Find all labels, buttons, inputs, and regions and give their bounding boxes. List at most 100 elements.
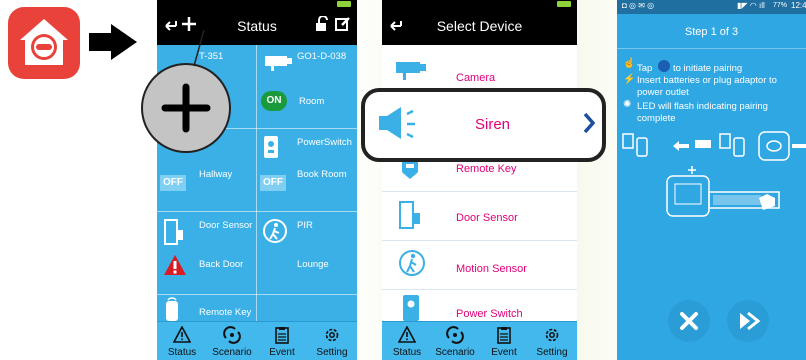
tab-status[interactable]: Status xyxy=(157,322,207,360)
pir-icon xyxy=(262,218,288,249)
pairing-icon xyxy=(740,311,761,331)
tab-scenario[interactable]: Scenario xyxy=(430,322,480,360)
device-tile[interactable]: PowerSwitch OFF Book Room xyxy=(257,129,357,211)
status-bar xyxy=(382,0,577,8)
signal-icon: ▮◤ ◠ ıll xyxy=(737,1,765,10)
tab-label: Status xyxy=(167,347,197,358)
tab-label: Scenario xyxy=(212,347,252,358)
device-label: Lounge xyxy=(297,259,329,270)
tab-setting[interactable]: Setting xyxy=(527,322,577,360)
siren-label: Siren xyxy=(475,116,511,133)
instruction-text: to initiate pairing xyxy=(673,63,743,74)
device-label: PowerSwitch xyxy=(297,137,352,148)
list-item[interactable]: Door Sensor xyxy=(382,192,577,241)
gear-icon xyxy=(545,328,559,342)
alert-icon xyxy=(163,254,187,281)
title-bar: Select Device xyxy=(382,8,577,45)
plus-icon xyxy=(161,83,211,133)
siren-selection[interactable]: Siren xyxy=(361,88,606,162)
status-bar xyxy=(157,0,357,8)
list-item-label: Motion Sensor xyxy=(456,263,527,275)
battery-icon xyxy=(337,1,351,7)
close-icon xyxy=(680,312,698,330)
event-list-icon xyxy=(497,327,511,344)
device-tile[interactable]: Door Sensor Back Door xyxy=(157,212,256,294)
device-tile[interactable]: GO1-D-038 ON Room xyxy=(257,45,357,128)
device-label: Door Sensor xyxy=(199,220,253,231)
tab-status[interactable]: Status xyxy=(382,322,432,360)
arrow-right-icon xyxy=(87,22,139,67)
instruction-text: Tap xyxy=(637,63,653,74)
battery-plug-icon: ⚡ xyxy=(623,74,636,85)
off-badge[interactable]: OFF xyxy=(160,175,186,191)
tab-label: Status xyxy=(392,347,422,358)
unlock-icon[interactable] xyxy=(315,15,329,35)
step-title: Step 1 of 3 xyxy=(684,26,739,38)
tab-bar: Status Scenario Event Setting xyxy=(157,321,357,360)
list-item-label: Door Sensor xyxy=(456,212,518,224)
tab-label: Setting xyxy=(316,347,348,358)
tab-event[interactable]: Event xyxy=(479,322,529,360)
tab-bar: Status Scenario Event Setting xyxy=(382,321,577,360)
siren-icon xyxy=(377,104,421,149)
off-badge[interactable]: OFF xyxy=(260,175,286,191)
device-label: PIR xyxy=(297,220,313,231)
motion-sensor-icon xyxy=(397,248,427,283)
list-item[interactable]: Camera xyxy=(382,45,577,94)
gear-icon xyxy=(325,328,339,342)
device-label: Hallway xyxy=(199,169,233,180)
tab-label: Event xyxy=(491,347,517,358)
callout-line xyxy=(193,29,205,67)
battery-percent: 77% xyxy=(773,2,788,9)
page-title: Select Device xyxy=(436,18,523,34)
device-label: Book Room xyxy=(297,169,347,180)
pairing-illustration xyxy=(617,128,806,228)
list-item-label: Camera xyxy=(456,72,496,84)
device-label: Room xyxy=(299,96,325,107)
battery-icon xyxy=(557,1,571,7)
pair-button-inline-icon xyxy=(658,60,670,72)
tab-event[interactable]: Event xyxy=(257,322,307,360)
pair-button[interactable] xyxy=(727,300,769,342)
warning-icon xyxy=(398,326,416,343)
tab-label: Scenario xyxy=(435,347,475,358)
device-tile[interactable]: PIR Lounge xyxy=(257,212,357,294)
add-button-zoom[interactable] xyxy=(141,63,231,153)
list-item-label: Remote Key xyxy=(456,163,517,175)
warning-icon xyxy=(173,326,191,343)
led-icon: ✺ xyxy=(623,99,632,110)
tab-setting[interactable]: Setting xyxy=(307,322,357,360)
step-header: Step 1 of 3 xyxy=(617,14,806,48)
tap-hand-icon: ☝ xyxy=(623,58,636,69)
device-label: GO1-D-038 xyxy=(297,51,347,62)
door-sensor-icon xyxy=(163,218,185,251)
instruction-text: LED will flash indicating pairing comple… xyxy=(637,101,768,124)
device-list: Camera Remote Key Door Sensor Motion Sen… xyxy=(382,45,577,322)
tab-label: Event xyxy=(269,347,295,358)
phone-pairing-screen: ◘ ◎ ✉ ◎ ▮◤ ◠ ıll 77% 12:4 Step 1 of 3 ☝ … xyxy=(617,0,806,360)
android-status-bar: ◘ ◎ ✉ ◎ ▮◤ ◠ ıll 77% 12:4 xyxy=(617,0,806,14)
scenario-icon xyxy=(223,326,241,344)
power-switch-icon xyxy=(263,135,279,164)
camera-icon xyxy=(263,53,293,76)
house-icon xyxy=(20,19,68,65)
device-tile[interactable]: Remote Key xyxy=(157,295,256,322)
app-icon[interactable] xyxy=(8,7,80,79)
list-item[interactable]: Power Switch xyxy=(382,290,577,322)
cancel-button[interactable] xyxy=(668,300,710,342)
clock: 12:4 xyxy=(791,1,806,10)
phone-select-device-screen: Select Device Camera Remote Key Door Sen… xyxy=(382,0,577,360)
divider xyxy=(617,48,806,49)
camera-icon xyxy=(394,59,428,86)
notification-icons: ◘ ◎ ✉ ◎ xyxy=(622,1,655,10)
device-label: Remote Key xyxy=(199,307,252,318)
device-label: Back Door xyxy=(199,259,244,270)
list-item[interactable]: Motion Sensor xyxy=(382,241,577,290)
list-item-label: Power Switch xyxy=(456,308,523,320)
event-list-icon xyxy=(275,327,289,344)
tab-scenario[interactable]: Scenario xyxy=(207,322,257,360)
chevron-right-icon xyxy=(583,112,596,139)
instruction-text: Insert batteries or plug adaptor to powe… xyxy=(637,75,777,98)
edit-icon[interactable] xyxy=(335,16,351,35)
on-badge[interactable]: ON xyxy=(261,91,287,111)
